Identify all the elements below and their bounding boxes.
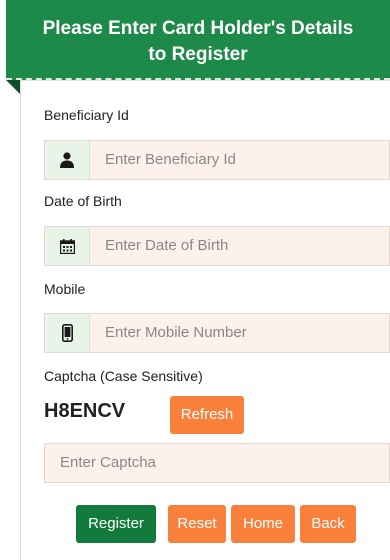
register-button[interactable]: Register (76, 505, 156, 543)
beneficiary-id-input[interactable]: Enter Beneficiary Id (105, 141, 236, 179)
refresh-captcha-button[interactable]: Refresh (170, 396, 244, 434)
dob-label: Date of Birth (44, 193, 122, 209)
home-button[interactable]: Home (231, 505, 295, 543)
mobile-input[interactable]: Enter Mobile Number (105, 314, 247, 352)
ribbon-fold (6, 80, 20, 94)
beneficiary-id-field[interactable]: Enter Beneficiary Id (44, 140, 390, 180)
header-title-line2: to Register (148, 44, 248, 65)
reset-button[interactable]: Reset (168, 505, 226, 543)
dob-field[interactable]: Enter Date of Birth (44, 226, 390, 266)
captcha-code: H8ENCV (44, 400, 126, 422)
calendar-icon (45, 227, 90, 265)
header-title-line1: Please Enter Card Holder's Details (42, 18, 354, 39)
mobile-label: Mobile (44, 281, 86, 297)
beneficiary-id-label: Beneficiary Id (44, 107, 129, 123)
mobile-field[interactable]: Enter Mobile Number (44, 313, 390, 353)
dob-input[interactable]: Enter Date of Birth (105, 227, 228, 265)
captcha-field[interactable]: Enter Captcha (44, 443, 390, 483)
captcha-label: Captcha (Case Sensitive) (44, 368, 203, 384)
mobile-icon (45, 314, 90, 352)
form-header: Please Enter Card Holder's Details to Re… (6, 0, 390, 80)
user-icon (45, 141, 90, 179)
back-button[interactable]: Back (300, 505, 356, 543)
captcha-input[interactable]: Enter Captcha (60, 444, 156, 482)
